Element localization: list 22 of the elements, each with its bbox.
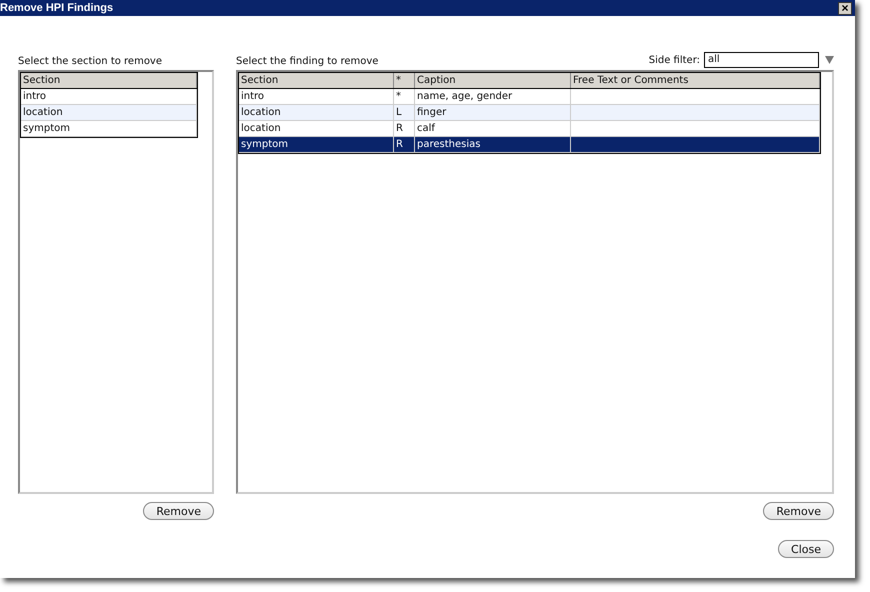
column-header: Caption [415, 73, 571, 88]
filter-label: Side filter: [648, 54, 700, 66]
remove-button[interactable]: Remove [763, 502, 834, 520]
list-row[interactable]: intro [21, 89, 197, 105]
side-filter-dropdown[interactable]: all [704, 52, 819, 68]
column-header: Section [239, 73, 394, 88]
column-header: * [394, 73, 415, 88]
table-row[interactable]: intro * name, age, gender [239, 89, 820, 105]
panel-label: Select the finding to remove [236, 56, 378, 68]
caret-icon[interactable] [825, 56, 834, 64]
panel-label: Select the section to remove [18, 56, 164, 68]
window-title: Remove HPI Findings [0, 2, 114, 14]
list-row[interactable]: location [21, 105, 197, 121]
table-row[interactable]: location R calf [239, 121, 820, 137]
close-button[interactable]: Close [778, 540, 834, 558]
table-row[interactable]: location L finger [239, 105, 820, 121]
table-row[interactable]: symptom R paresthesias [239, 137, 820, 153]
column-header: Free Text or Comments [571, 73, 820, 88]
remove-button[interactable]: Remove [143, 502, 214, 520]
close-icon[interactable]: × [838, 2, 852, 14]
list-row[interactable]: symptom [21, 121, 197, 137]
column-header: Section [21, 73, 197, 88]
